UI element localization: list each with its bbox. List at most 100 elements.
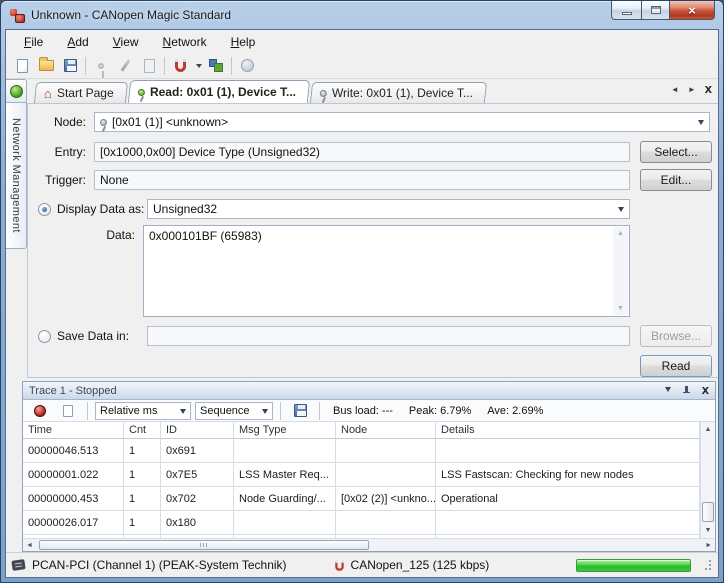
trace-copy-button[interactable] — [56, 400, 80, 422]
titlebar[interactable]: Unknown - CANopen Magic Standard × — [1, 1, 723, 29]
bus-load-stats: Bus load: --- Peak: 6.79% Ave: 2.69% — [333, 405, 543, 417]
column-header-cnt[interactable]: Cnt — [124, 422, 161, 438]
network-management-icon — [10, 85, 23, 98]
copy-tool-button[interactable] — [137, 55, 161, 77]
column-header-msg-type[interactable]: Msg Type — [234, 422, 336, 438]
cell-msg-type: LSS Master Req... — [234, 463, 336, 486]
data-textarea[interactable]: 0x000101BF (65983) ▲ ▼ — [143, 225, 630, 317]
pin-icon[interactable] — [682, 385, 691, 397]
network-connect-button[interactable] — [168, 55, 192, 77]
browse-button: Browse... — [640, 325, 712, 347]
save-data-field[interactable] — [147, 326, 630, 346]
scroll-up-icon[interactable]: ▲ — [617, 227, 624, 240]
entry-field[interactable]: [0x1000,0x00] Device Type (Unsigned32) — [94, 142, 630, 162]
scrollbar-thumb[interactable] — [702, 502, 714, 522]
node-combobox[interactable]: [0x01 (1)] <unknown> — [94, 112, 710, 132]
data-scrollbar[interactable]: ▲ ▼ — [613, 227, 628, 315]
page-icon — [144, 59, 155, 73]
menu-network[interactable]: Network — [163, 35, 207, 49]
toolbar-separator — [85, 57, 86, 75]
edit-button[interactable]: Edit... — [640, 169, 712, 191]
menu-view[interactable]: View — [113, 35, 139, 49]
home-icon: ⌂ — [44, 87, 52, 100]
node-value: [0x01 (1)] <unknown> — [112, 115, 228, 129]
table-row[interactable]: 00000000.453 1 0x702 Node Guarding/... [… — [23, 487, 700, 511]
column-header-id[interactable]: ID — [161, 422, 234, 438]
scroll-down-icon[interactable]: ▼ — [705, 523, 712, 538]
network-connect-dropdown[interactable] — [192, 55, 204, 77]
network-management-icon-tab[interactable] — [6, 79, 27, 103]
cell-time: 00000026.017 — [23, 511, 124, 534]
minimize-button[interactable] — [611, 1, 641, 20]
chevron-down-icon — [262, 409, 268, 417]
save-data-radio[interactable] — [38, 330, 51, 343]
scroll-up-icon[interactable]: ▲ — [705, 422, 712, 437]
trace-horizontal-scrollbar[interactable]: ◄ ► — [23, 538, 715, 551]
tab-write-device-type[interactable]: Write: 0x01 (1), Device T... — [310, 82, 487, 103]
scroll-left-icon[interactable]: ◄ — [26, 542, 33, 549]
maximize-button[interactable] — [641, 1, 669, 20]
display-data-combobox[interactable]: Unsigned32 — [147, 199, 630, 219]
read-pin-icon — [138, 89, 145, 96]
tabstrip: ⌂ Start Page Read: 0x01 (1), Device T...… — [27, 79, 718, 103]
tab-label: Start Page — [57, 86, 114, 100]
column-header-node[interactable]: Node — [336, 422, 436, 438]
bus-activity-progress-bar — [576, 559, 691, 572]
chevron-down-icon — [618, 207, 624, 215]
cell-node: [0x02 (2)] <unkno... — [336, 487, 436, 510]
write-pen-icon — [120, 59, 130, 71]
network-setup-button[interactable] — [204, 55, 228, 77]
minimize-icon — [622, 12, 632, 15]
cell-id: 0x702 — [161, 487, 234, 510]
tab-scroll-left-icon[interactable]: ◄ — [671, 86, 679, 94]
menu-add[interactable]: Add — [67, 35, 88, 49]
web-button[interactable] — [235, 55, 259, 77]
cell-cnt: 1 — [124, 463, 161, 486]
trace-record-button[interactable] — [28, 400, 52, 422]
scroll-down-icon[interactable]: ▼ — [617, 302, 624, 315]
time-mode-combobox[interactable]: Relative ms — [95, 402, 191, 420]
tab-scroll-right-icon[interactable]: ► — [688, 86, 696, 94]
table-row[interactable]: 00000026.017 1 0x180 — [23, 511, 700, 535]
table-header-row: Time Cnt ID Msg Type Node Details — [23, 422, 700, 439]
cell-time: 00000046.513 — [23, 439, 124, 462]
tab-close-icon[interactable]: x — [705, 82, 712, 95]
write-tool-button[interactable] — [113, 55, 137, 77]
menu-file[interactable]: File — [24, 35, 43, 49]
trace-panel: Trace 1 - Stopped x Relative ms — [22, 381, 716, 552]
select-button[interactable]: Select... — [640, 141, 712, 163]
trace-close-icon[interactable]: x — [702, 383, 709, 396]
chevron-down-icon — [196, 64, 202, 71]
cell-node — [336, 439, 436, 462]
open-button[interactable] — [34, 55, 58, 77]
read-button[interactable]: Read — [640, 355, 712, 377]
column-header-details[interactable]: Details — [436, 422, 700, 438]
trace-panel-header[interactable]: Trace 1 - Stopped x — [23, 382, 715, 400]
trigger-field[interactable]: None — [94, 170, 630, 190]
tab-start-page[interactable]: ⌂ Start Page — [34, 82, 128, 103]
new-button[interactable] — [10, 55, 34, 77]
sidebar-tab-network-management[interactable]: Network Management — [6, 103, 27, 249]
write-pin-icon — [320, 90, 327, 97]
column-header-time[interactable]: Time — [23, 422, 124, 438]
magnet-icon — [175, 61, 186, 72]
read-tool-button[interactable] — [89, 55, 113, 77]
sort-mode-combobox[interactable]: Sequence — [195, 402, 273, 420]
cell-time: 00000001.022 — [23, 463, 124, 486]
trace-menu-icon[interactable] — [665, 387, 671, 395]
trace-vertical-scrollbar[interactable]: ▲ ▼ — [700, 422, 715, 538]
trace-save-button[interactable] — [288, 400, 312, 422]
resize-grip-icon[interactable] — [701, 560, 712, 571]
save-button[interactable] — [58, 55, 82, 77]
menu-help[interactable]: Help — [231, 35, 256, 49]
scroll-right-icon[interactable]: ► — [705, 542, 712, 549]
display-data-radio[interactable] — [38, 203, 51, 216]
trace-title: Trace 1 - Stopped — [29, 385, 117, 397]
table-row[interactable]: 00000001.022 1 0x7E5 LSS Master Req... L… — [23, 463, 700, 487]
toolbar-separator — [319, 402, 320, 420]
table-row[interactable]: 00000046.513 1 0x691 — [23, 439, 700, 463]
tab-read-device-type[interactable]: Read: 0x01 (1), Device T... — [127, 80, 309, 103]
close-button[interactable]: × — [669, 1, 715, 20]
close-icon: × — [688, 4, 696, 17]
scrollbar-thumb[interactable] — [39, 540, 369, 550]
